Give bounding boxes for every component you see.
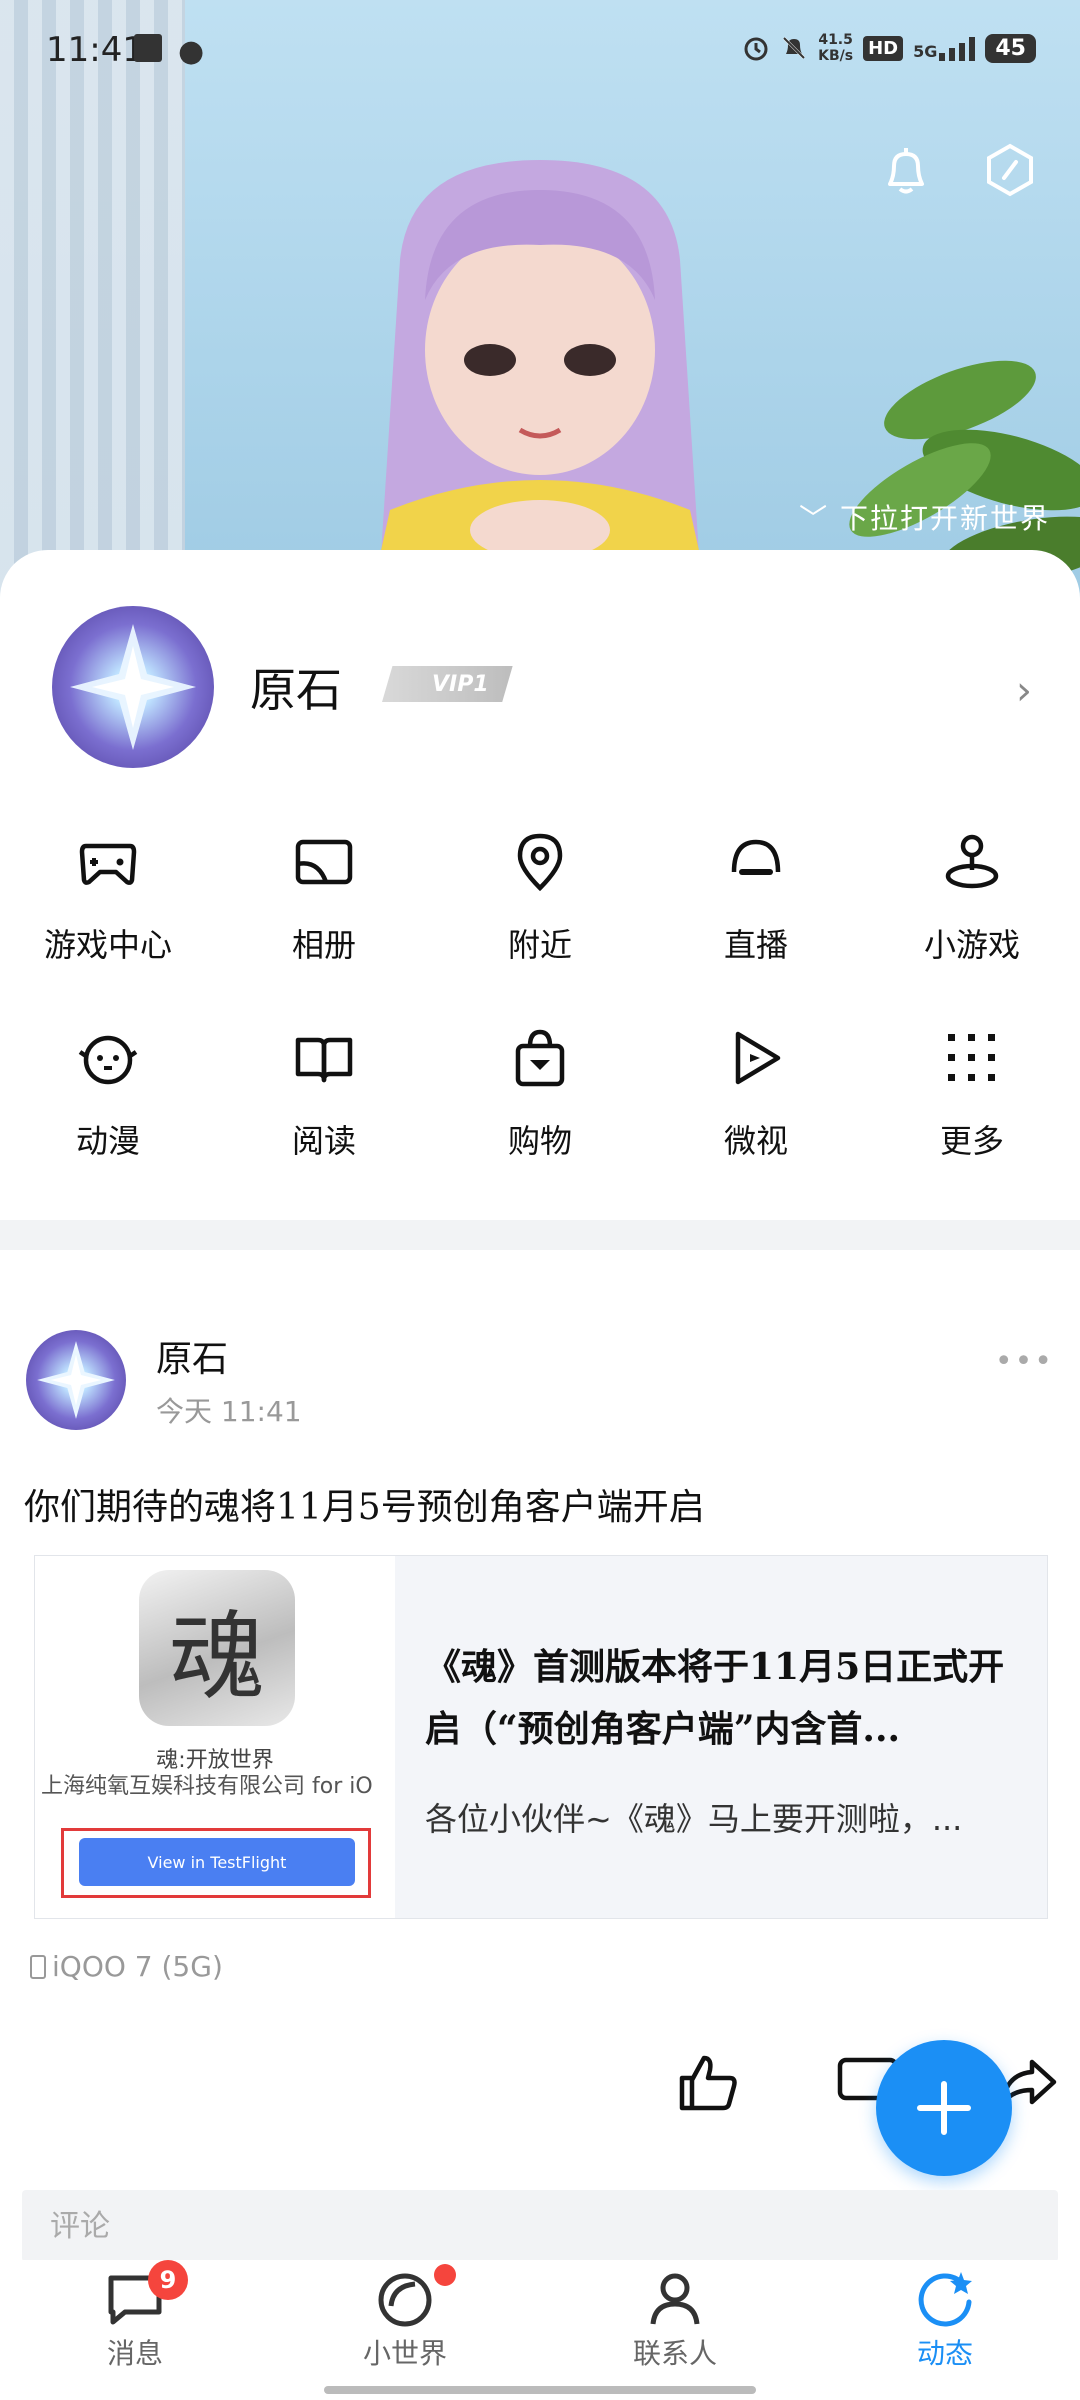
- star-gem-icon: [70, 624, 196, 750]
- avatar-character-image: [370, 160, 710, 600]
- tab-label: 动态: [916, 2337, 973, 2370]
- grid-label: 购物: [507, 1122, 572, 1160]
- chevron-down-icon: ﹀: [799, 502, 830, 535]
- new-dot: [434, 2264, 456, 2286]
- bell-icon[interactable]: [876, 140, 936, 200]
- net-speed-unit: KB/s: [818, 48, 854, 64]
- post-author-name[interactable]: 原石: [156, 1330, 228, 1382]
- hd-badge: HD: [863, 35, 904, 61]
- grid-label: 相册: [291, 926, 356, 964]
- profile-avatar[interactable]: [52, 606, 214, 768]
- link-thumbnail: 魂 魂:开放世界 上海纯氧互娱科技有限公司 for iO View in Tes…: [35, 1556, 395, 1918]
- tab-messages[interactable]: 9 消息: [0, 2260, 270, 2400]
- grid-item-anime[interactable]: 动漫: [0, 1026, 216, 1222]
- grid-item-reading[interactable]: 阅读: [216, 1026, 432, 1222]
- mute-bell-icon: [783, 36, 806, 60]
- tab-contacts[interactable]: 联系人: [540, 2260, 810, 2400]
- location-pin-icon: [517, 833, 563, 892]
- star-gem-icon: [37, 1341, 115, 1419]
- grid-label: 直播: [723, 926, 788, 964]
- shopping-bag-icon: [515, 1029, 565, 1087]
- pull-hint: ﹀ 下拉打开新世界: [799, 497, 1050, 537]
- grid-label: 小游戏: [923, 926, 1020, 964]
- more-options-icon[interactable]: •••: [995, 1344, 1054, 1379]
- comment-field[interactable]: [22, 2190, 1058, 2262]
- status-time: 11:41: [46, 30, 144, 70]
- testflight-button: View in TestFlight: [79, 1838, 355, 1886]
- home-indicator[interactable]: [324, 2386, 756, 2394]
- bottom-tab-bar: 9 消息 小世界 联系人 动态: [0, 2260, 1080, 2400]
- signal-bars-icon: [939, 35, 976, 61]
- comment-input[interactable]: [22, 2190, 1058, 2262]
- tab-label: 小世界: [362, 2337, 447, 2370]
- vip-badge[interactable]: VIP1: [382, 666, 513, 702]
- tab-feed[interactable]: 动态: [810, 2260, 1080, 2400]
- live-icon: [731, 839, 781, 875]
- device-label: iQOO 7 (5G): [52, 1950, 223, 1983]
- play-icon: [735, 1031, 781, 1085]
- grid-label: 阅读: [291, 1122, 356, 1160]
- net-speed-value: 41.5: [818, 32, 853, 48]
- grid-label: 动漫: [75, 1122, 140, 1160]
- notification-square-icon: [134, 34, 162, 62]
- grid-item-more[interactable]: 更多: [864, 1026, 1080, 1222]
- plus-icon: [917, 2081, 971, 2135]
- unread-badge: 9: [148, 2260, 188, 2300]
- hexagon-settings-icon[interactable]: [980, 140, 1040, 200]
- grid-item-nearby[interactable]: 附近: [432, 830, 648, 1026]
- grid-label: 微视: [723, 1122, 788, 1160]
- gamepad-icon: [79, 843, 137, 885]
- app-icon: 魂: [139, 1570, 295, 1726]
- tab-small-world[interactable]: 小世界: [270, 2260, 540, 2400]
- book-icon: [295, 1037, 353, 1083]
- tab-label: 消息: [106, 2337, 163, 2370]
- profile-row[interactable]: 原石 VIP1 ›: [52, 606, 1032, 768]
- pull-hint-text: 下拉打开新世界: [839, 502, 1050, 535]
- refresh-star-icon: [918, 2272, 972, 2327]
- main-sheet: 原石 VIP1 › 游戏中心 相册 附近 直播 小游戏 动漫 阅读 购物 微视 …: [0, 550, 1080, 2400]
- add-post-button[interactable]: [876, 2040, 1012, 2176]
- status-bar: 11:41 ● 41.5 KB/s HD 5G 45: [0, 0, 1080, 100]
- thumbs-up-icon[interactable]: [676, 2050, 740, 2114]
- header-banner[interactable]: 11:41 ● 41.5 KB/s HD 5G 45 ﹀ 下拉打开新世界: [0, 0, 1080, 600]
- link-preview-card[interactable]: 魂 魂:开放世界 上海纯氧互娱科技有限公司 for iO View in Tes…: [34, 1555, 1048, 1919]
- anime-face-icon: [78, 1035, 138, 1085]
- post-text: 你们期待的魂将11月5号预创角客户端开启: [24, 1487, 705, 1528]
- grid-item-live[interactable]: 直播: [648, 830, 864, 1026]
- post-time: 今天 11:41: [156, 1395, 302, 1428]
- grid-item-weishi[interactable]: 微视: [648, 1026, 864, 1222]
- chat-bubble-icon: ●: [178, 34, 205, 69]
- vip-label: VIP1: [432, 671, 489, 697]
- device-tag: iQOO 7 (5G): [30, 1950, 223, 1983]
- world-ring-icon: [378, 2273, 432, 2327]
- link-description: 各位小伙伴~《魂》马上要开测啦，...: [425, 1800, 963, 1838]
- grid-item-shopping[interactable]: 购物: [432, 1026, 648, 1222]
- grid-item-album[interactable]: 相册: [216, 830, 432, 1026]
- album-icon: [295, 839, 353, 885]
- post-author-avatar[interactable]: [26, 1330, 126, 1430]
- tab-label: 联系人: [632, 2337, 717, 2370]
- profile-name: 原石: [250, 663, 342, 717]
- phone-icon: [30, 1954, 46, 1979]
- grid-label: 更多: [939, 1122, 1004, 1160]
- feature-grid: 游戏中心 相册 附近 直播 小游戏 动漫 阅读 购物 微视 更多: [0, 830, 1080, 1222]
- grid-dots-icon: [948, 1034, 995, 1081]
- grid-item-mini-games[interactable]: 小游戏: [864, 830, 1080, 1026]
- grid-label: 附近: [507, 926, 572, 964]
- signal-label: 5G: [913, 42, 938, 61]
- thumb-company: 上海纯氧互娱科技有限公司 for iO: [41, 1774, 373, 1799]
- section-divider: [0, 1220, 1080, 1250]
- net-speed: 41.5 KB/s: [818, 32, 853, 64]
- joystick-icon: [945, 834, 999, 889]
- person-icon: [650, 2273, 700, 2325]
- battery-level: 45: [985, 33, 1036, 63]
- chevron-right-icon[interactable]: ›: [1016, 668, 1032, 714]
- link-title: 《魂》首测版本将于11月5日正式开启（“预创角客户端”内含首...: [425, 1646, 1005, 1750]
- alarm-icon: [744, 37, 768, 61]
- grid-item-game-center[interactable]: 游戏中心: [0, 830, 216, 1026]
- app-icon-glyph: 魂: [169, 1600, 265, 1713]
- grid-label: 游戏中心: [43, 926, 172, 964]
- signal-indicator: 5G: [913, 35, 976, 61]
